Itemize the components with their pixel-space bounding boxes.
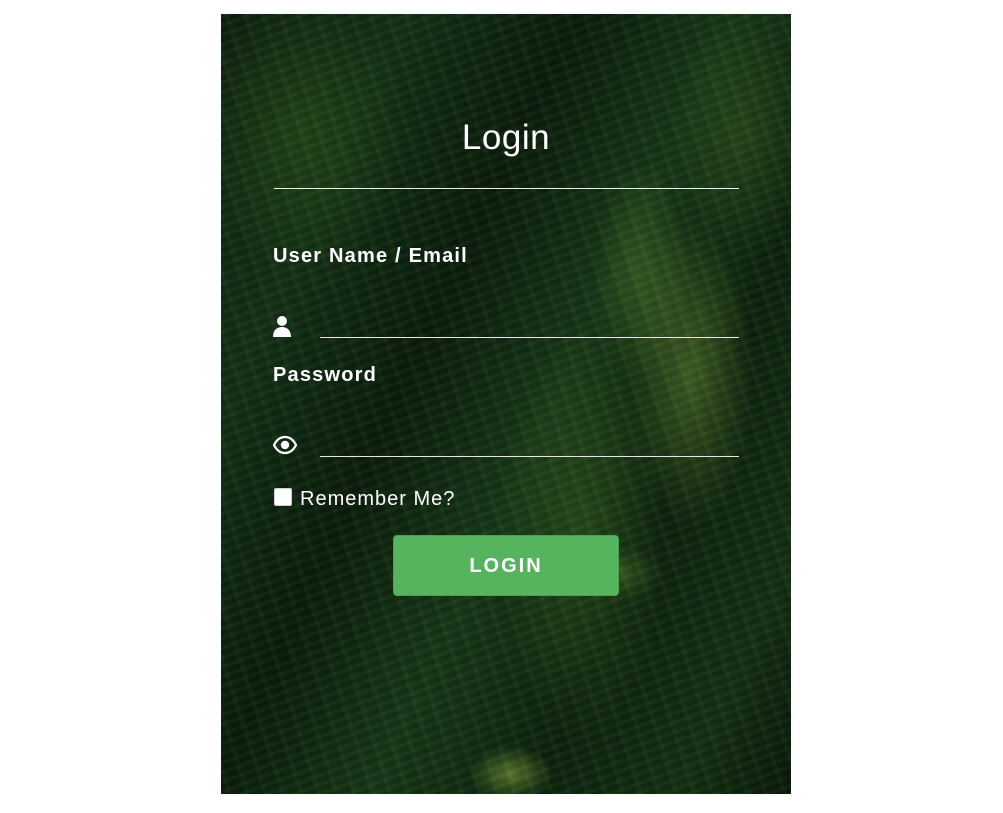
login-panel: Login User Name / Email Password Remembe… <box>221 14 791 794</box>
username-label: User Name / Email <box>273 245 468 267</box>
eye-icon[interactable] <box>272 433 298 457</box>
remember-me-label[interactable]: Remember Me? <box>300 488 455 511</box>
password-label: Password <box>273 364 378 386</box>
remember-me-row[interactable]: Remember Me? <box>274 485 455 511</box>
login-title: Login <box>461 118 551 157</box>
login-button[interactable]: LOGIN <box>393 535 619 596</box>
title-divider <box>274 188 739 189</box>
username-input[interactable] <box>320 311 739 338</box>
remember-me-checkbox[interactable] <box>274 488 292 506</box>
user-icon <box>273 314 297 338</box>
password-input[interactable] <box>320 430 739 457</box>
